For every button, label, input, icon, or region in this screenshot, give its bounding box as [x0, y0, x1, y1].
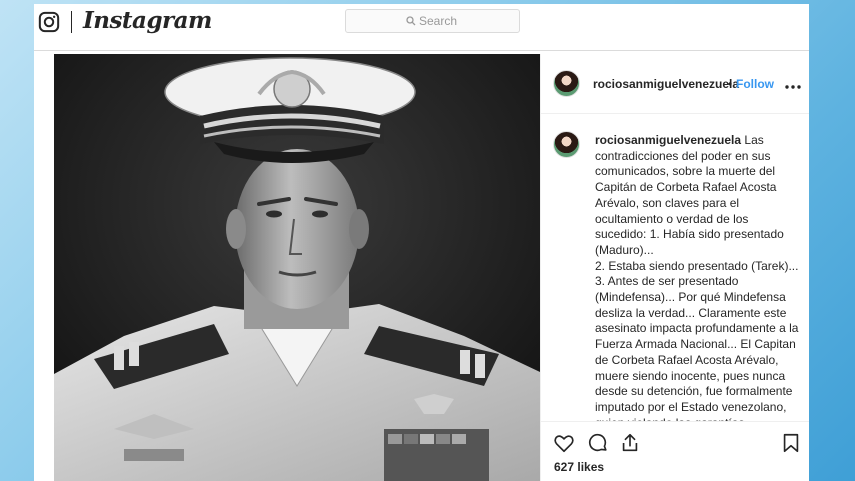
separator-dot: • [728, 77, 733, 91]
post-side-panel: rociosanmiguelvenezuela • Follow rociosa… [540, 54, 809, 481]
magnifier-icon [406, 16, 416, 26]
instagram-wordmark[interactable]: Instagram [83, 7, 212, 34]
instagram-window: Instagram Search rociosanmiguelvenezuela… [34, 4, 809, 481]
caption-author[interactable]: rociosanmiguelvenezuela [595, 133, 741, 147]
caption-body: rociosanmiguelvenezuela Las contradiccio… [595, 133, 800, 421]
search-box[interactable] [345, 9, 520, 33]
post-actions-bar: 627 likes [541, 421, 809, 481]
ellipsis-icon[interactable] [785, 85, 801, 89]
comment-icon[interactable] [587, 432, 609, 454]
likes-count[interactable]: 627 likes [554, 460, 604, 474]
caption-text: Las contradicciones del poder en sus com… [595, 133, 799, 421]
post-header: rociosanmiguelvenezuela • Follow [541, 54, 809, 114]
post-username[interactable]: rociosanmiguelvenezuela [593, 77, 739, 91]
caption-comment: rociosanmiguelvenezuela Las contradiccio… [541, 115, 809, 421]
instagram-logo-icon[interactable] [38, 11, 60, 33]
avatar[interactable] [553, 70, 580, 97]
search-input[interactable] [419, 13, 514, 29]
bookmark-icon[interactable] [780, 432, 802, 454]
heart-icon[interactable] [553, 432, 575, 454]
avatar[interactable] [553, 131, 580, 158]
top-navigation-bar: Instagram [34, 4, 809, 51]
logo-divider [71, 11, 72, 33]
follow-button[interactable]: Follow [736, 77, 774, 91]
post-photo[interactable] [54, 54, 540, 481]
officer-portrait-image [54, 54, 540, 481]
share-icon[interactable] [619, 432, 641, 454]
